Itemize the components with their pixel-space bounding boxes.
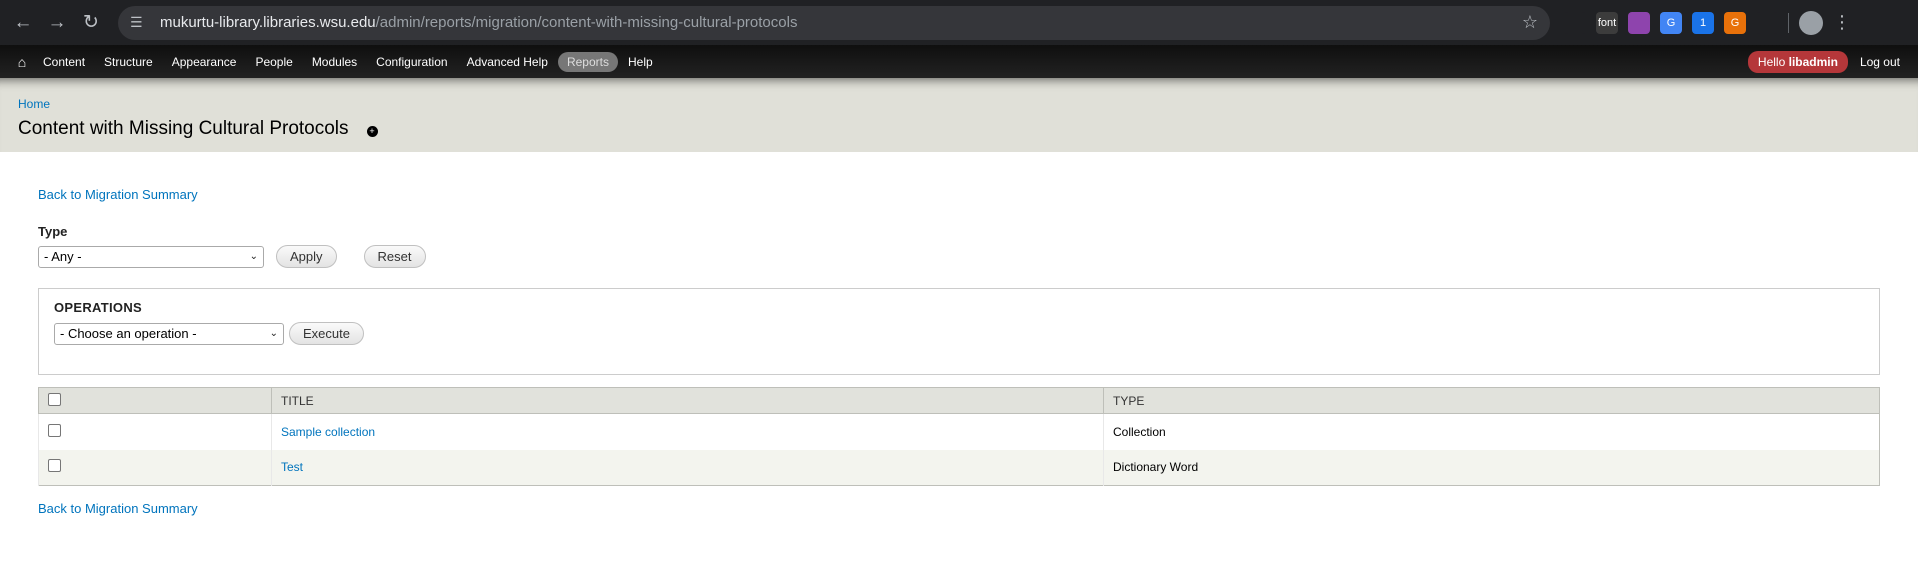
row-select-cell xyxy=(38,449,272,486)
select-all-checkbox[interactable] xyxy=(48,392,61,406)
toolbar-item-help[interactable]: Help xyxy=(619,52,662,72)
type-column-header: TYPE xyxy=(1103,387,1880,414)
chevron-down-icon: ⌄ xyxy=(269,328,278,339)
google-icon[interactable]: G xyxy=(1660,11,1682,34)
title-link[interactable]: Test xyxy=(281,460,303,474)
browser-toolbar: ← → ↻ ☰ mukurtu-library.libraries.wsu.ed… xyxy=(0,0,1918,45)
url-path: /admin/reports/migration/content-with-mi… xyxy=(375,14,798,31)
execute-button[interactable]: Execute xyxy=(289,322,364,345)
password-manager-icon[interactable]: 1 xyxy=(1692,11,1714,34)
back-arrow-icon[interactable]: ← xyxy=(8,8,38,38)
url-host: mukurtu-library.libraries.wsu.edu xyxy=(160,14,376,31)
results-table: TITLE TYPE Sample collection Collection … xyxy=(38,387,1880,486)
toolbar-item-content[interactable]: Content xyxy=(34,52,94,72)
page-title: Content with Missing Cultural Protocols xyxy=(18,118,349,139)
type-cell: Collection xyxy=(1103,413,1880,450)
profile-avatar[interactable] xyxy=(1799,10,1823,35)
toolbar-item-reports[interactable]: Reports xyxy=(557,51,618,72)
type-filter-value: - Any - xyxy=(44,249,82,264)
browser-menu-icon[interactable]: ⋮ xyxy=(1833,12,1851,33)
g-extension-icon[interactable]: G xyxy=(1724,11,1746,34)
page-header: Home Content with Missing Cultural Proto… xyxy=(0,78,1918,152)
operation-select[interactable]: - Choose an operation - ⌄ xyxy=(54,322,284,345)
site-settings-icon[interactable]: ☰ xyxy=(130,14,152,31)
address-bar[interactable]: ☰ mukurtu-library.libraries.wsu.edu/admi… xyxy=(118,5,1550,40)
type-filter-select[interactable]: - Any - ⌄ xyxy=(38,245,264,268)
greeting-prefix: Hello xyxy=(1757,54,1789,69)
back-to-summary-link[interactable]: Back to Migration Summary xyxy=(38,187,1880,202)
row-checkbox[interactable] xyxy=(48,423,61,437)
puzzle-icon[interactable] xyxy=(1756,11,1778,34)
eyedropper-icon[interactable] xyxy=(1564,11,1586,34)
row-checkbox[interactable] xyxy=(48,459,61,473)
bookmark-star-icon[interactable]: ☆ xyxy=(1522,12,1538,33)
home-icon[interactable]: ⌂ xyxy=(10,54,34,70)
table-row: Sample collection Collection xyxy=(38,413,1880,450)
toolbar-item-configuration[interactable]: Configuration xyxy=(367,52,456,72)
username: libadmin xyxy=(1788,54,1838,69)
type-cell: Dictionary Word xyxy=(1103,449,1880,486)
select-all-header xyxy=(38,387,272,414)
admin-menu: Content Structure Appearance People Modules C… xyxy=(34,51,663,72)
title-cell: Test xyxy=(271,449,1104,486)
breadcrumb-home[interactable]: Home xyxy=(18,97,1900,111)
toolbar-item-modules[interactable]: Modules xyxy=(303,52,366,72)
main-content: Back to Migration Summary Type - Any - ⌄… xyxy=(0,187,1918,516)
toolbar-item-structure[interactable]: Structure xyxy=(95,52,162,72)
apply-button[interactable]: Apply xyxy=(276,245,337,268)
toolbar-item-advanced-help[interactable]: Advanced Help xyxy=(458,52,557,72)
url-text[interactable]: mukurtu-library.libraries.wsu.edu/admin/… xyxy=(160,14,1522,31)
font-icon[interactable]: font xyxy=(1596,11,1618,34)
type-filter-label: Type xyxy=(38,224,68,239)
operations-fieldset: OPERATIONS - Choose an operation - ⌄ Exe… xyxy=(38,288,1880,375)
toolbar-separator xyxy=(1788,12,1789,33)
reload-icon[interactable]: ↻ xyxy=(76,8,106,38)
color-wheel-icon[interactable] xyxy=(1628,11,1650,34)
reset-button[interactable]: Reset xyxy=(363,245,426,268)
admin-toolbar: ⌂ Content Structure Appearance People Module… xyxy=(0,45,1918,78)
operations-title: OPERATIONS xyxy=(54,300,142,315)
title-cell: Sample collection xyxy=(271,413,1104,450)
forward-arrow-icon[interactable]: → xyxy=(42,8,72,38)
title-link[interactable]: Sample collection xyxy=(281,425,375,439)
toolbar-item-people[interactable]: People xyxy=(246,52,301,72)
table-header-row: TITLE TYPE xyxy=(38,387,1880,414)
back-to-summary-link-bottom[interactable]: Back to Migration Summary xyxy=(38,501,1880,516)
table-row: Test Dictionary Word xyxy=(38,449,1880,486)
add-shortcut-icon[interactable]: + xyxy=(366,125,378,137)
user-greeting[interactable]: Hello libadmin xyxy=(1747,50,1848,73)
toolbar-item-appearance[interactable]: Appearance xyxy=(163,52,246,72)
chevron-down-icon: ⌄ xyxy=(249,251,258,262)
operation-value: - Choose an operation - xyxy=(60,326,197,341)
row-select-cell xyxy=(38,413,272,450)
extensions-bar: font G 1 G ⋮ xyxy=(1564,10,1851,35)
logout-link[interactable]: Log out xyxy=(1860,55,1900,69)
title-column-header[interactable]: TITLE xyxy=(271,387,1104,414)
